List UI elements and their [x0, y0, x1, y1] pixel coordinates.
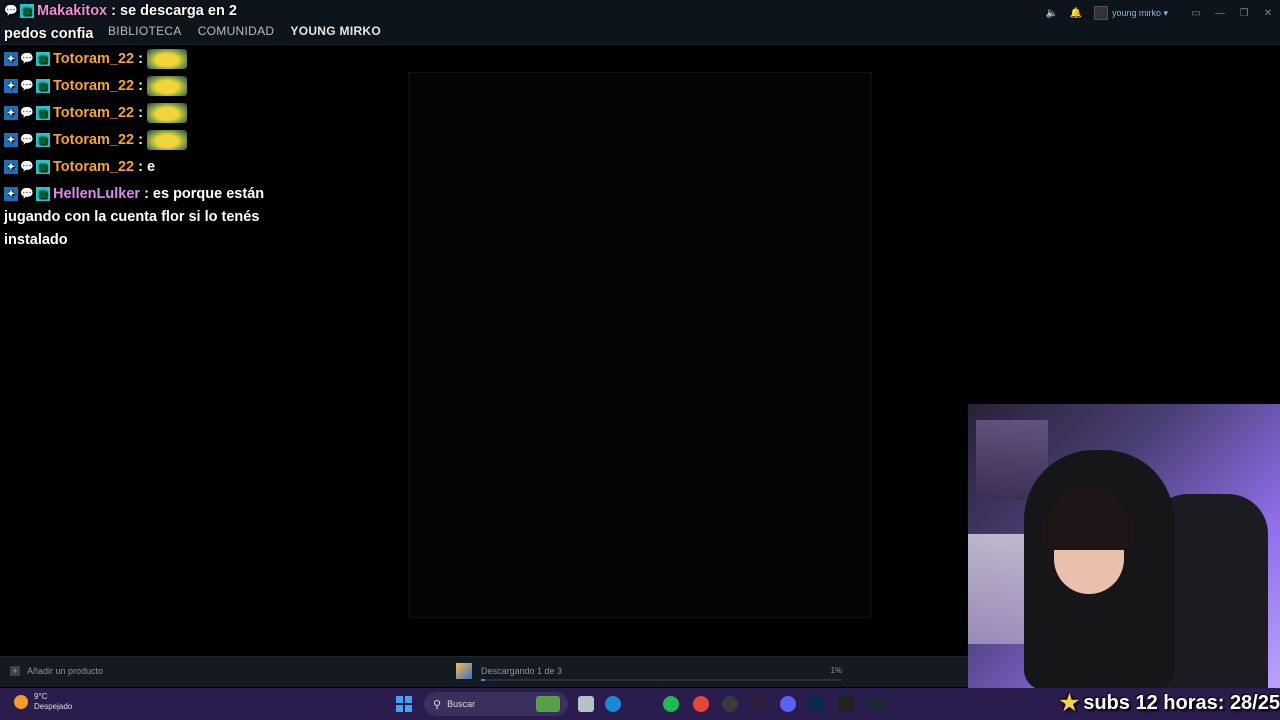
sub-badge-icon: ▦ — [36, 187, 50, 202]
download-percent: 1% — [830, 666, 842, 675]
game-details-panel — [408, 72, 872, 618]
add-product-button[interactable]: + Añadir un producto — [10, 666, 103, 676]
star-icon: ★ — [1059, 690, 1080, 715]
photoshop-icon[interactable] — [809, 696, 825, 712]
chat-badges: ✦ 💬 ▦ — [4, 160, 50, 175]
avatar — [1093, 6, 1108, 20]
sub-badge-icon: ▦ — [36, 52, 50, 67]
chat-username: Totoram_22 — [53, 159, 135, 175]
obs-icon[interactable] — [722, 696, 738, 712]
plus-icon: + — [10, 666, 20, 676]
emote-icon — [147, 130, 188, 151]
steam-icon[interactable] — [867, 696, 883, 712]
search-input: Buscar — [447, 699, 476, 709]
prime-badge-icon: ✦ — [4, 79, 18, 94]
download-label: Descargando 1 de 3 — [481, 666, 563, 676]
chat-message: 💬 ▦ Makakitox : se descarga en 2 pedos con… — [4, 0, 274, 46]
emote-icon — [147, 103, 188, 124]
chat-badges: ✦ 💬 ▦ — [4, 79, 50, 94]
chrome-icon[interactable] — [693, 696, 709, 712]
bubble-icon: 💬 — [20, 133, 34, 146]
screen-icon[interactable]: ▭ — [1184, 4, 1208, 22]
prime-badge-icon: ✦ — [4, 133, 18, 148]
taskbar-search[interactable]: ⚲ Buscar — [424, 692, 568, 716]
bubble-icon: 💬 — [20, 160, 34, 173]
chat-message: ✦ 💬 ▦ Totoram_22 : — [4, 75, 274, 98]
sun-icon — [14, 695, 28, 709]
sub-badge-icon: ▦ — [36, 79, 50, 94]
search-icon: ⚲ — [433, 698, 442, 711]
sub-badge-icon: ▦ — [20, 4, 34, 19]
weather-condition: Despejado — [34, 702, 73, 711]
windows-start-icon[interactable] — [396, 696, 412, 712]
file-explorer-icon[interactable] — [578, 696, 594, 712]
chat-message: ✦ 💬 ▦ HellenLulker : es porque están jugand… — [4, 183, 274, 252]
bubble-icon: 💬 — [4, 4, 18, 17]
chat-text: : — [138, 105, 143, 121]
account-menu[interactable]: young mirko ▾ — [1093, 6, 1168, 20]
emote-icon — [147, 49, 188, 70]
chat-username: Totoram_22 — [53, 78, 135, 94]
spotify-icon[interactable] — [663, 696, 679, 712]
chat-message: ✦ 💬 ▦ Totoram_22 : — [4, 129, 274, 152]
chat-text: : e — [138, 159, 156, 175]
chat-badges: 💬 ▦ — [4, 4, 34, 19]
discord-icon[interactable] — [780, 696, 796, 712]
chat-username: Totoram_22 — [53, 51, 135, 67]
download-progress-fill — [481, 679, 485, 681]
chat-text: : — [138, 51, 143, 67]
vegas-icon[interactable] — [751, 696, 767, 712]
subs-goal-text: subs 12 horas: 28/25 — [1083, 691, 1280, 714]
weather-text: 9°C Despejado — [34, 692, 72, 712]
sub-badge-icon: ▦ — [36, 133, 50, 148]
prime-badge-icon: ✦ — [4, 187, 18, 202]
prime-badge-icon: ✦ — [4, 160, 18, 175]
chat-message: ✦ 💬 ▦ Totoram_22 : — [4, 48, 274, 71]
sub-badge-icon: ▦ — [36, 106, 50, 121]
sub-badge-icon: ▦ — [36, 160, 50, 175]
bubble-icon: 💬 — [20, 52, 34, 65]
add-product-label: Añadir un producto — [27, 666, 104, 676]
download-status[interactable]: Descargando 1 de 3 1% — [456, 663, 842, 681]
weather-temp: 9°C — [34, 692, 48, 701]
search-highlight-icon — [536, 696, 560, 712]
bubble-icon: 💬 — [20, 187, 34, 200]
webcam-feed — [968, 404, 1280, 688]
edge-icon[interactable] — [605, 696, 621, 712]
download-progress-bar — [481, 679, 842, 681]
bubble-icon: 💬 — [20, 79, 34, 92]
weather-widget[interactable]: 9°C Despejado — [14, 692, 72, 712]
chat-badges: ✦ 💬 ▦ — [4, 52, 50, 67]
game-thumbnail-icon — [456, 663, 472, 679]
chat-text: : — [138, 78, 143, 94]
chat-message: ✦ 💬 ▦ Totoram_22 : e — [4, 156, 274, 179]
cam-hair — [1042, 490, 1134, 550]
chevron-down-icon: ▾ — [1160, 7, 1168, 18]
chat-badges: ✦ 💬 ▦ — [4, 106, 50, 121]
prime-badge-icon: ✦ — [4, 52, 18, 67]
broadcast-icon[interactable]: 🔈 — [1040, 4, 1064, 22]
chat-message: ✦ 💬 ▦ Totoram_22 : — [4, 102, 274, 125]
account-name: young mirko — [1111, 8, 1161, 18]
close-icon[interactable]: ✕ — [1256, 4, 1280, 22]
prime-badge-icon: ✦ — [4, 106, 18, 121]
emote-icon — [147, 76, 188, 97]
chat-badges: ✦ 💬 ▦ — [4, 187, 50, 202]
bubble-icon: 💬 — [20, 106, 34, 119]
chat-text: : — [138, 132, 143, 148]
chat-badges: ✦ 💬 ▦ — [4, 133, 50, 148]
chat-username: Totoram_22 — [53, 105, 135, 121]
minimize-icon[interactable]: — — [1208, 4, 1232, 22]
nav-profile[interactable]: YOUNG MIRKO — [282, 24, 389, 38]
chat-username: Makakitox — [37, 3, 108, 19]
chat-username: HellenLulker — [53, 186, 141, 202]
subs-goal-overlay: ★ subs 12 horas: 28/25 — [1059, 690, 1280, 716]
notification-bell-icon[interactable]: 🔔 — [1064, 4, 1088, 22]
topbar-right: 🔈 🔔 young mirko ▾ ▭ — ❐ ✕ — [1040, 4, 1280, 22]
capcut-icon[interactable] — [838, 696, 854, 712]
maximize-icon[interactable]: ❐ — [1232, 4, 1256, 22]
chat-username: Totoram_22 — [53, 132, 135, 148]
